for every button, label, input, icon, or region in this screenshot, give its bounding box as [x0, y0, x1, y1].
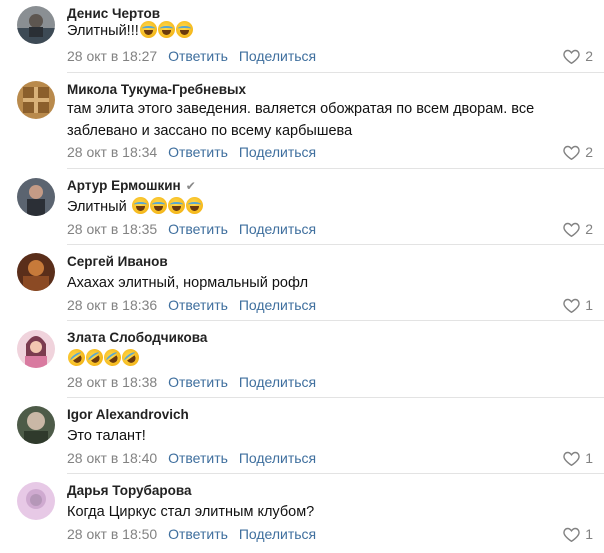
- divider: [67, 168, 604, 169]
- comment-author[interactable]: Сергей Иванов: [67, 254, 168, 270]
- comment-meta: 28 окт в 18:34 Ответить Поделиться: [67, 143, 316, 161]
- avatar[interactable]: [17, 482, 55, 520]
- laughing-emoji-icon: [157, 21, 175, 38]
- share-link[interactable]: Поделиться: [239, 374, 316, 390]
- comment-date[interactable]: 28 окт в 18:40: [67, 450, 157, 466]
- comment-meta: 28 окт в 18:40 Ответить Поделиться: [67, 449, 316, 467]
- laughing-emoji-icon: [139, 21, 157, 38]
- divider: [67, 397, 604, 398]
- like-button[interactable]: 2: [563, 143, 593, 161]
- comment-text-content: Элитный: [67, 199, 127, 215]
- laughing-emoji-icon: [175, 21, 193, 38]
- comment-author[interactable]: Артур Ермошкин ✔: [67, 178, 196, 194]
- like-count: 1: [585, 450, 593, 466]
- comment-author[interactable]: Микола Тукума-Гребневых: [67, 82, 246, 98]
- like-button[interactable]: 1: [563, 525, 593, 543]
- share-link[interactable]: Поделиться: [239, 48, 316, 64]
- heart-icon: [563, 222, 580, 237]
- comment-author[interactable]: Igor Alexandrovich: [67, 407, 189, 423]
- comment-item: Сергей Иванов Ахахах элитный, нормальный…: [0, 248, 604, 324]
- like-button[interactable]: 1: [563, 449, 593, 467]
- comment-date[interactable]: 28 окт в 18:27: [67, 48, 157, 64]
- reply-link[interactable]: Ответить: [168, 297, 228, 313]
- reply-link[interactable]: Ответить: [168, 450, 228, 466]
- divider: [67, 473, 604, 474]
- comment-meta: 28 окт в 18:35 Ответить Поделиться: [67, 220, 316, 238]
- like-count: 2: [585, 144, 593, 160]
- comment-text: Элитный: [67, 196, 567, 218]
- divider: [67, 244, 604, 245]
- reply-link[interactable]: Ответить: [168, 144, 228, 160]
- comment-item: Злата Слободчикова 28 окт в 18:38 Ответи…: [0, 324, 604, 401]
- like-count: 1: [585, 526, 593, 542]
- comment-item: Igor Alexandrovich Это талант! 28 окт в …: [0, 401, 604, 477]
- comment-author-name: Артур Ермошкин: [67, 178, 181, 193]
- comment-author[interactable]: Дарья Торубарова: [67, 483, 192, 499]
- comment-date[interactable]: 28 окт в 18:50: [67, 526, 157, 542]
- avatar[interactable]: [17, 406, 55, 444]
- like-count: 1: [585, 297, 593, 313]
- comment-text: Когда Циркус стал элитным клубом?: [67, 504, 315, 520]
- rofl-emoji-icon: [118, 345, 143, 370]
- share-link[interactable]: Поделиться: [239, 450, 316, 466]
- laughing-emoji-icon: [167, 197, 185, 214]
- comment-meta: 28 окт в 18:50 Ответить Поделиться: [67, 525, 316, 543]
- divider: [67, 72, 604, 73]
- like-count: 2: [585, 48, 593, 64]
- avatar[interactable]: [17, 330, 55, 368]
- comment-date[interactable]: 28 окт в 18:34: [67, 144, 157, 160]
- heart-icon: [563, 298, 580, 313]
- reply-link[interactable]: Ответить: [168, 48, 228, 64]
- avatar[interactable]: [17, 6, 55, 44]
- comment-text: Элитный!!!: [67, 20, 567, 42]
- comments-list: Денис Чертов Элитный!!! 28 окт в 18:27 О…: [0, 0, 604, 553]
- comment-date[interactable]: 28 окт в 18:35: [67, 221, 157, 237]
- comment-date[interactable]: 28 окт в 18:36: [67, 297, 157, 313]
- laughing-emoji-icon: [149, 197, 167, 214]
- heart-icon: [563, 527, 580, 542]
- divider: [67, 320, 604, 321]
- comment-author[interactable]: Злата Слободчикова: [67, 330, 207, 346]
- comment-text-content: Элитный!!!: [67, 23, 139, 39]
- avatar[interactable]: [17, 81, 55, 119]
- laughing-emoji-icon: [185, 197, 203, 214]
- heart-icon: [563, 49, 580, 64]
- heart-icon: [563, 145, 580, 160]
- like-button[interactable]: 2: [563, 47, 593, 65]
- comment-meta: 28 окт в 18:38 Ответить Поделиться: [67, 373, 316, 391]
- laughing-emoji-icon: [131, 197, 149, 214]
- comment-meta: 28 окт в 18:36 Ответить Поделиться: [67, 296, 316, 314]
- share-link[interactable]: Поделиться: [239, 526, 316, 542]
- heart-icon: [563, 451, 580, 466]
- share-link[interactable]: Поделиться: [239, 297, 316, 313]
- comment-meta: 28 окт в 18:27 Ответить Поделиться: [67, 47, 316, 65]
- reply-link[interactable]: Ответить: [168, 374, 228, 390]
- comment-text: там элита этого заведения. валяется обож…: [67, 101, 535, 139]
- comment-item: Микола Тукума-Гребневых там элита этого …: [0, 76, 604, 172]
- comment-item: Артур Ермошкин ✔ Элитный 28 окт в 18:35 О…: [0, 172, 604, 248]
- share-link[interactable]: Поделиться: [239, 144, 316, 160]
- comment-item: Денис Чертов Элитный!!! 28 окт в 18:27 О…: [0, 0, 604, 76]
- avatar[interactable]: [17, 253, 55, 291]
- comment-text: Это талант!: [67, 428, 146, 444]
- comment-date[interactable]: 28 окт в 18:38: [67, 374, 157, 390]
- like-button[interactable]: 2: [563, 220, 593, 238]
- verified-check-icon: ✔: [185, 179, 196, 193]
- reply-link[interactable]: Ответить: [168, 221, 228, 237]
- avatar[interactable]: [17, 178, 55, 216]
- comment-item: Дарья Торубарова Когда Циркус стал элитн…: [0, 477, 604, 553]
- reply-link[interactable]: Ответить: [168, 526, 228, 542]
- comment-text: Ахахах элитный, нормальный рофл: [67, 275, 309, 291]
- comment-text: [64, 345, 567, 370]
- like-count: 2: [585, 221, 593, 237]
- like-button[interactable]: 1: [563, 296, 593, 314]
- share-link[interactable]: Поделиться: [239, 221, 316, 237]
